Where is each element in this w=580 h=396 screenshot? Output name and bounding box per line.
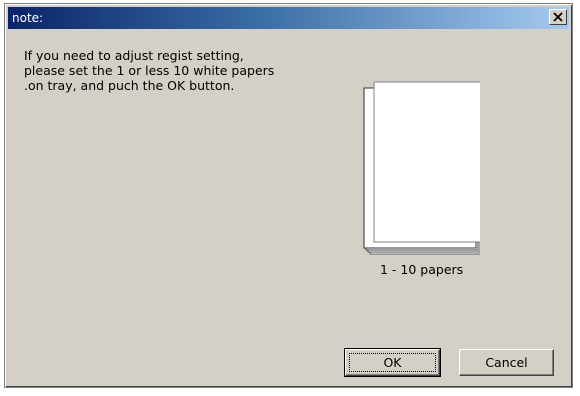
cancel-button[interactable]: Cancel bbox=[459, 349, 554, 376]
paper-stack-icon bbox=[363, 81, 480, 255]
paper-count-caption: 1 - 10 papers bbox=[380, 262, 464, 277]
close-icon bbox=[553, 12, 563, 22]
message-line: If you need to adjust regist setting, bbox=[24, 48, 244, 63]
dialog-title: note: bbox=[12, 11, 44, 25]
cancel-button-label: Cancel bbox=[485, 355, 528, 370]
message-line: .on tray, and puch the OK button. bbox=[24, 78, 235, 93]
ok-button[interactable]: OK bbox=[344, 348, 441, 377]
close-button[interactable] bbox=[549, 9, 567, 25]
message-text: If you need to adjust regist setting, pl… bbox=[24, 48, 334, 93]
title-bar[interactable]: note: bbox=[8, 7, 569, 29]
ok-button-label: OK bbox=[383, 355, 402, 370]
message-line: please set the 1 or less 10 white papers bbox=[24, 63, 275, 78]
